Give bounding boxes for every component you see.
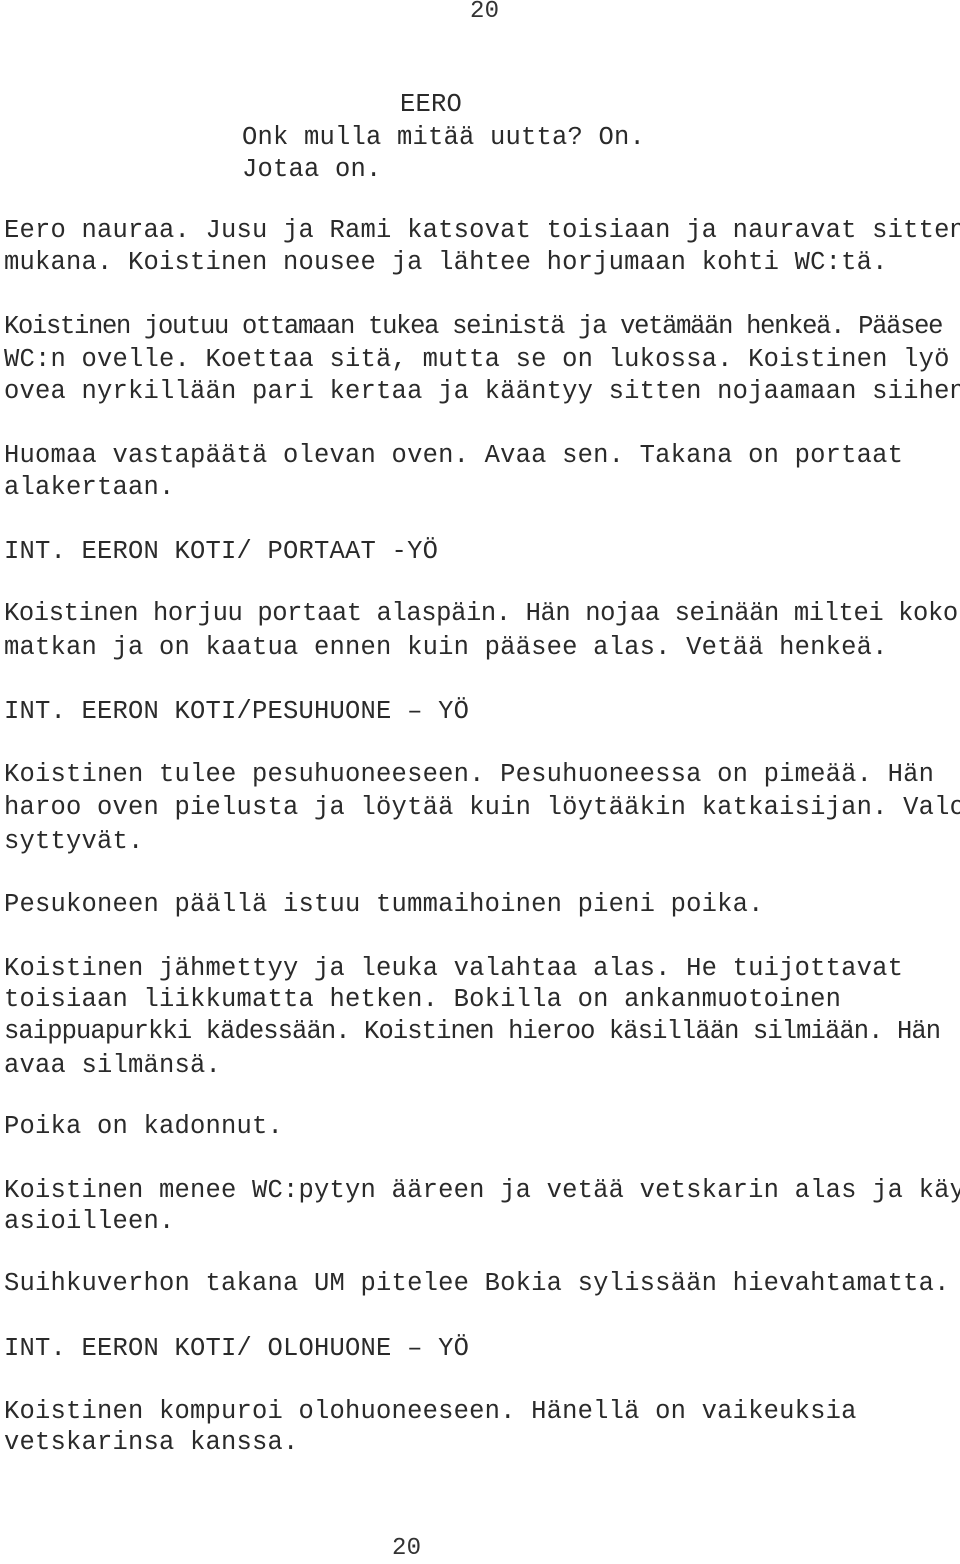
action-line: Eero nauraa. Jusu ja Rami katsovat toisi… xyxy=(4,216,960,245)
character-name: EERO xyxy=(400,90,463,119)
action-line: saippuapurkki kädessään. Koistinen hiero… xyxy=(4,1017,941,1046)
dialogue-line: Onk mulla mitää uutta? On. xyxy=(242,123,646,152)
action-line: mukana. Koistinen nousee ja lähtee horju… xyxy=(4,248,888,277)
scene-heading: INT. EERON KOTI/PESUHUONE – YÖ xyxy=(4,697,470,726)
dialogue-line: Jotaa on. xyxy=(242,155,382,184)
action-line: Pesukoneen päällä istuu tummaihoinen pie… xyxy=(4,890,764,919)
action-line: haroo oven pielusta ja löytää kuin löytä… xyxy=(4,793,960,822)
action-line: Koistinen jähmettyy ja leuka valahtaa al… xyxy=(4,954,904,983)
page-number-bottom: 20 xyxy=(392,1535,422,1562)
action-line: syttyvät. xyxy=(4,827,144,856)
scene-heading: INT. EERON KOTI/ PORTAAT -YÖ xyxy=(4,537,439,566)
action-line: toisiaan liikkumatta hetken. Bokilla on … xyxy=(4,985,842,1014)
action-line: Koistinen menee WC:pytyn ääreen ja vetää… xyxy=(4,1176,960,1205)
action-line: matkan ja on kaatua ennen kuin pääsee al… xyxy=(4,633,888,662)
action-line: Koistinen horjuu portaat alaspäin. Hän n… xyxy=(4,599,958,628)
action-line: Poika on kadonnut. xyxy=(4,1112,284,1141)
action-line: WC:n ovelle. Koettaa sitä, mutta se on l… xyxy=(4,345,950,374)
action-line: Koistinen tulee pesuhuoneeseen. Pesuhuon… xyxy=(4,760,935,789)
action-line: Koistinen kompuroi olohuoneeseen. Hänell… xyxy=(4,1397,857,1426)
action-line: ovea nyrkillään pari kertaa ja kääntyy s… xyxy=(4,377,960,406)
page-number-top: 20 xyxy=(470,0,500,25)
action-line: vetskarinsa kanssa. xyxy=(4,1428,299,1457)
action-line: avaa silmänsä. xyxy=(4,1051,222,1080)
action-line: Huomaa vastapäätä olevan oven. Avaa sen.… xyxy=(4,441,904,470)
action-line: alakertaan. xyxy=(4,473,175,502)
action-line: Koistinen joutuu ottamaan tukea seinistä… xyxy=(4,312,943,341)
scene-heading: INT. EERON KOTI/ OLOHUONE – YÖ xyxy=(4,1334,470,1363)
action-line: asioilleen. xyxy=(4,1207,175,1236)
action-line: Suihkuverhon takana UM pitelee Bokia syl… xyxy=(4,1269,950,1298)
